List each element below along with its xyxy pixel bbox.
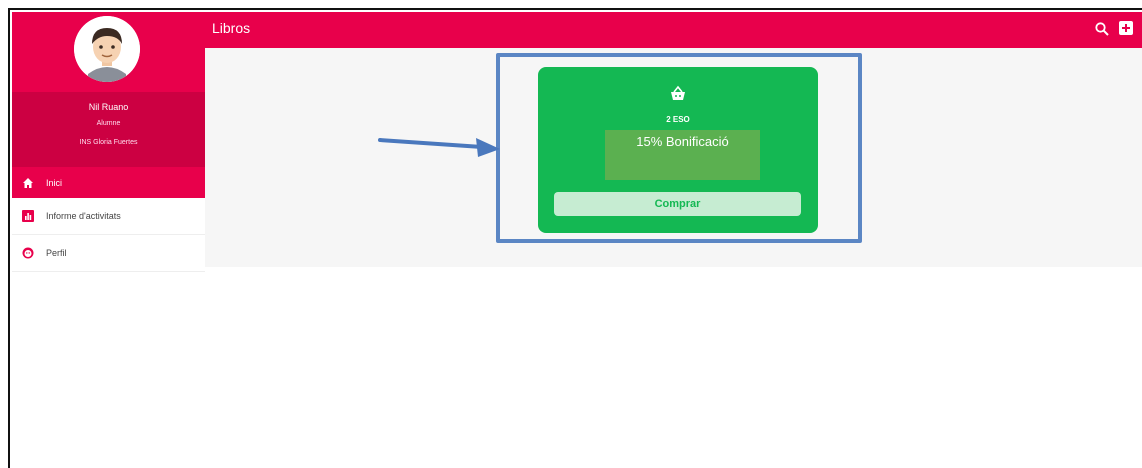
buy-button[interactable]: Comprar — [554, 192, 801, 216]
user-role: Alumne — [96, 120, 121, 127]
sidebar-item-perfil[interactable]: Perfil — [12, 235, 205, 272]
sidebar-nav: Informe d'activitats Perfil — [12, 198, 205, 272]
sidebar-item-label: Inici — [46, 177, 63, 188]
annotation-arrow-icon — [378, 138, 500, 157]
add-box-icon[interactable] — [1118, 20, 1134, 36]
app-bar: Libros — [205, 12, 1142, 48]
sidebar-item-label: Informe d'activitats — [46, 211, 121, 221]
user-school: INS Gloria Fuertes — [79, 139, 138, 146]
sidebar: Nil Ruano Alumne INS Gloria Fuertes Inic… — [12, 12, 205, 272]
search-icon[interactable] — [1094, 21, 1110, 37]
book-card[interactable]: 2 ESO 15% Bonificació Comprar — [538, 67, 818, 233]
home-icon — [22, 177, 34, 189]
avatar-face-icon — [74, 16, 140, 82]
face-icon — [22, 247, 34, 259]
bonus-box: 15% Bonificació — [605, 130, 760, 180]
user-name: Nil Ruano — [88, 102, 129, 112]
chart-icon — [22, 210, 34, 222]
basket-icon — [669, 85, 687, 103]
sidebar-item-inici[interactable]: Inici — [12, 167, 205, 198]
course-label: 2 ESO — [666, 115, 690, 124]
sidebar-item-informe[interactable]: Informe d'activitats — [12, 198, 205, 235]
page-title: Libros — [212, 20, 251, 36]
sidebar-item-label: Perfil — [46, 248, 67, 258]
avatar[interactable] — [74, 16, 140, 82]
bonus-label: 15% Bonificació — [636, 134, 729, 149]
